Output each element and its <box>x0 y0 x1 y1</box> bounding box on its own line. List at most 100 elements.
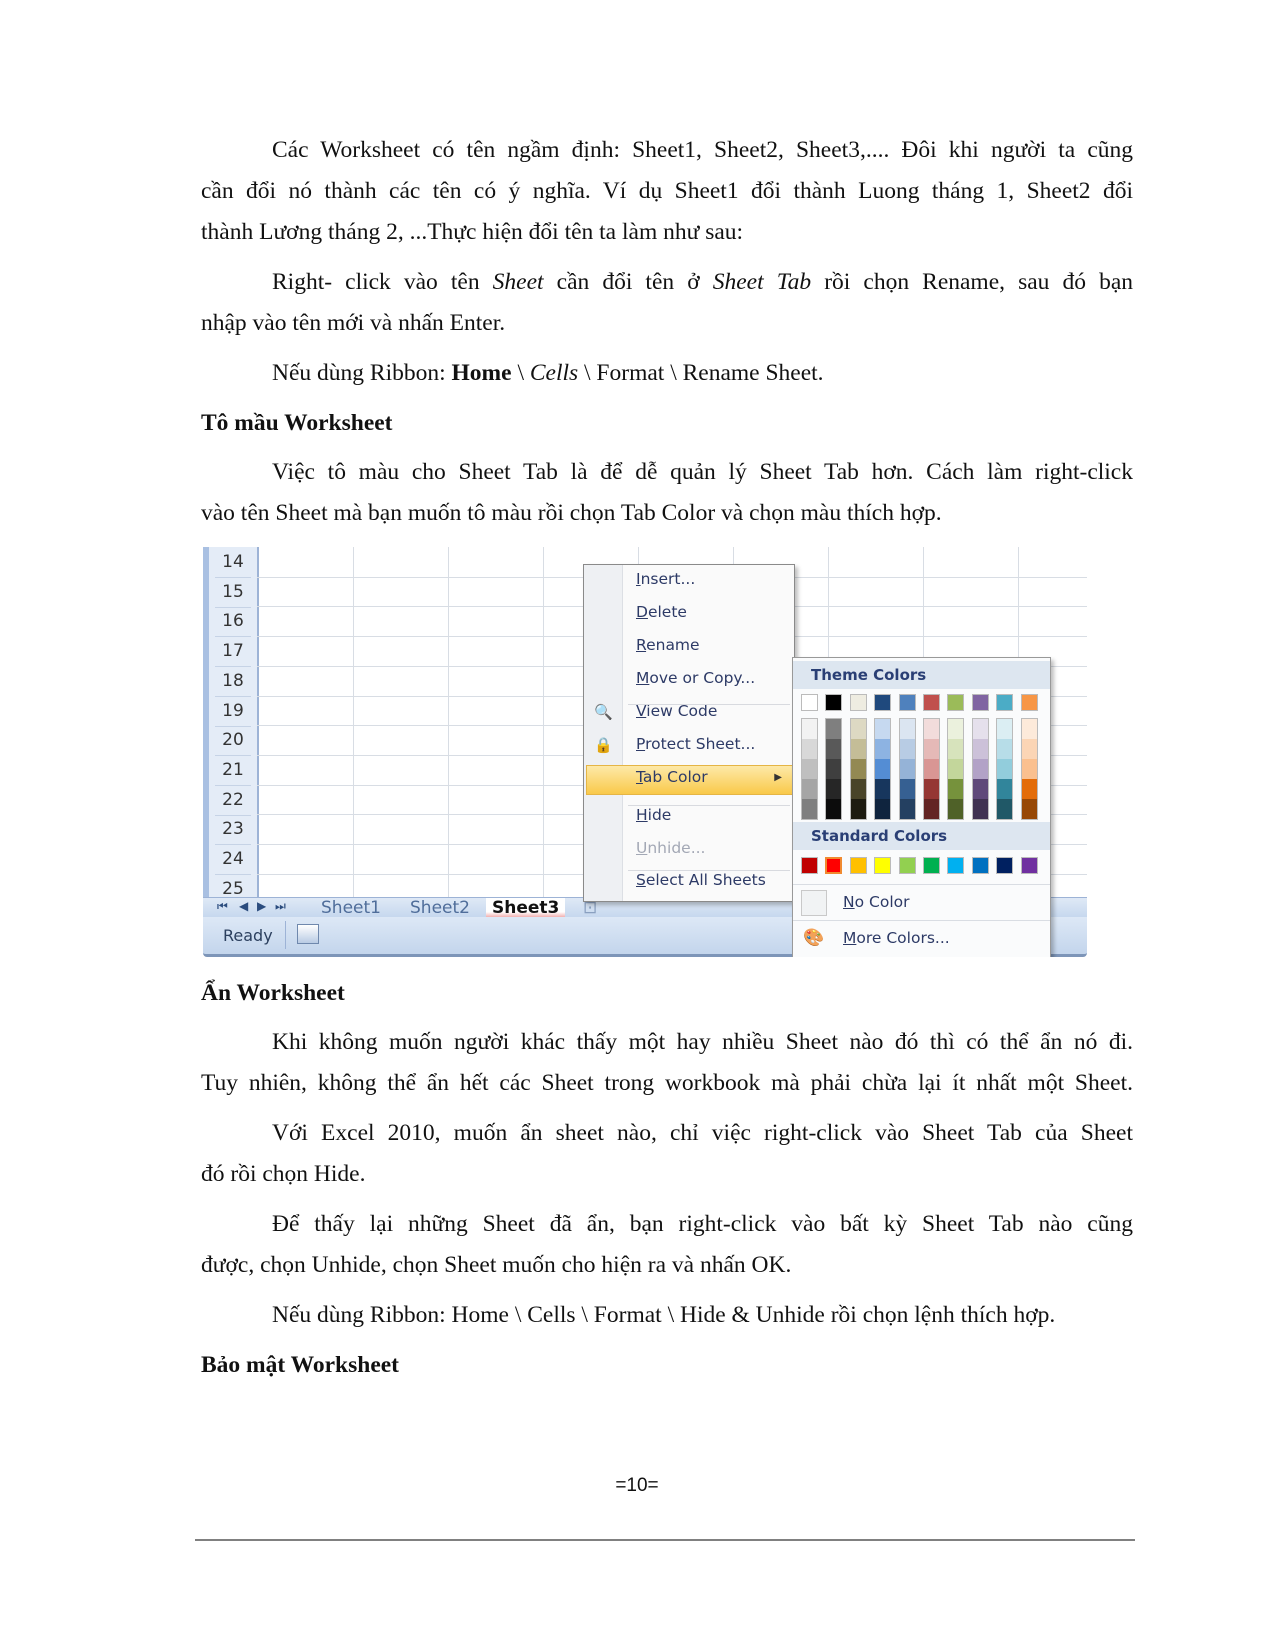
row-number[interactable]: 17 <box>215 636 251 668</box>
theme-shade-swatch[interactable] <box>802 739 817 759</box>
theme-shade-swatch[interactable] <box>972 719 988 739</box>
theme-shade-swatch[interactable] <box>948 719 964 739</box>
theme-color-swatch[interactable] <box>874 694 892 711</box>
theme-color-swatch[interactable] <box>971 694 989 711</box>
more-colors-option[interactable]: 🎨 More Colors... <box>793 920 1050 957</box>
theme-shade-swatch[interactable] <box>924 759 939 779</box>
theme-shade-swatch[interactable] <box>972 759 988 779</box>
theme-color-swatch[interactable] <box>996 694 1014 711</box>
sheet-tab-sheet1[interactable]: Sheet1 <box>321 898 381 918</box>
menu-item-protect-sheet[interactable]: Protect Sheet... <box>636 735 755 753</box>
theme-shade-swatch[interactable] <box>1021 799 1037 819</box>
theme-color-swatch[interactable] <box>947 694 965 711</box>
row-number[interactable]: 19 <box>215 696 251 727</box>
menu-item-hide[interactable]: Hide <box>636 806 671 824</box>
theme-shade-swatch[interactable] <box>826 799 842 819</box>
standard-color-swatch[interactable] <box>898 857 916 874</box>
last-sheet-icon[interactable]: ⏭ <box>275 899 286 914</box>
theme-color-swatch[interactable] <box>1020 694 1038 711</box>
theme-shade-swatch[interactable] <box>972 799 988 819</box>
theme-shade-swatch[interactable] <box>972 739 988 759</box>
theme-shade-swatch[interactable] <box>1021 739 1037 759</box>
theme-shade-swatch[interactable] <box>924 799 939 819</box>
row-number[interactable]: 14 <box>215 547 251 578</box>
theme-shade-swatch[interactable] <box>802 759 817 779</box>
theme-shade-swatch[interactable] <box>948 739 964 759</box>
standard-color-swatch[interactable] <box>801 857 818 874</box>
theme-shade-swatch[interactable] <box>997 799 1013 819</box>
row-number[interactable]: 15 <box>215 577 251 608</box>
theme-shade-swatch[interactable] <box>1021 719 1037 739</box>
menu-item-delete[interactable]: Delete <box>636 603 687 621</box>
standard-color-swatch[interactable] <box>874 857 892 874</box>
grid-line <box>353 547 354 897</box>
theme-shade-swatch[interactable] <box>826 779 842 799</box>
theme-shade-swatch[interactable] <box>924 739 939 759</box>
standard-color-swatch[interactable] <box>923 857 940 874</box>
theme-color-swatch[interactable] <box>898 694 916 711</box>
theme-shade-swatch[interactable] <box>997 759 1013 779</box>
theme-color-swatch[interactable] <box>801 694 818 711</box>
theme-shade-swatch[interactable] <box>875 759 891 779</box>
theme-shade-swatch[interactable] <box>997 739 1013 759</box>
theme-shade-swatch[interactable] <box>850 779 866 799</box>
menu-item-rename[interactable]: Rename <box>636 636 700 654</box>
row-number[interactable]: 20 <box>215 725 251 757</box>
theme-shade-swatch[interactable] <box>875 719 891 739</box>
theme-shade-swatch[interactable] <box>826 739 842 759</box>
theme-shade-swatch[interactable] <box>850 799 866 819</box>
theme-shade-swatch[interactable] <box>948 779 964 799</box>
sheet-tab-sheet2[interactable]: Sheet2 <box>410 898 470 918</box>
theme-shade-swatch[interactable] <box>924 779 939 799</box>
standard-color-swatch[interactable] <box>947 857 965 874</box>
menu-item-insert[interactable]: Insert... <box>636 570 695 588</box>
theme-shade-swatch[interactable] <box>850 759 866 779</box>
theme-color-swatch[interactable] <box>825 694 843 711</box>
row-number[interactable]: 22 <box>215 785 251 816</box>
next-sheet-icon[interactable]: ▶ <box>257 899 266 913</box>
theme-shade-swatch[interactable] <box>924 719 939 739</box>
macro-record-icon[interactable] <box>297 924 319 944</box>
standard-color-swatch[interactable] <box>996 857 1014 874</box>
theme-color-swatch[interactable] <box>849 694 867 711</box>
prev-sheet-icon[interactable]: ◀ <box>239 899 248 913</box>
row-number[interactable]: 16 <box>215 606 251 638</box>
standard-color-swatch[interactable] <box>849 857 867 874</box>
first-sheet-icon[interactable]: ⏮ <box>217 899 228 914</box>
theme-shade-swatch[interactable] <box>972 779 988 799</box>
theme-shade-swatch[interactable] <box>802 779 817 799</box>
menu-item-unhide[interactable]: Unhide... <box>636 839 705 857</box>
row-number[interactable]: 23 <box>215 814 251 846</box>
theme-shade-swatch[interactable] <box>875 739 891 759</box>
menu-item-tab-color[interactable]: Tab Color <box>636 768 708 786</box>
theme-shade-swatch[interactable] <box>899 779 915 799</box>
theme-shade-swatch[interactable] <box>899 739 915 759</box>
theme-shade-swatch[interactable] <box>997 779 1013 799</box>
theme-color-swatch[interactable] <box>923 694 940 711</box>
menu-item-select-all-sheets[interactable]: Select All Sheets <box>636 871 766 889</box>
theme-shade-swatch[interactable] <box>850 719 866 739</box>
theme-shade-swatch[interactable] <box>1021 759 1037 779</box>
theme-shade-swatch[interactable] <box>802 719 817 739</box>
row-number[interactable]: 24 <box>215 844 251 875</box>
theme-shade-swatch[interactable] <box>899 799 915 819</box>
theme-shade-swatch[interactable] <box>875 779 891 799</box>
theme-shade-swatch[interactable] <box>826 759 842 779</box>
standard-color-swatch[interactable] <box>825 857 843 874</box>
row-number[interactable]: 18 <box>215 666 251 697</box>
no-color-option[interactable]: No Color <box>793 884 1050 921</box>
theme-shade-swatch[interactable] <box>948 799 964 819</box>
theme-shade-swatch[interactable] <box>875 799 891 819</box>
theme-shade-swatch[interactable] <box>850 739 866 759</box>
theme-shade-swatch[interactable] <box>997 719 1013 739</box>
theme-shade-swatch[interactable] <box>1021 779 1037 799</box>
menu-item-move-or-copy[interactable]: Move or Copy... <box>636 669 755 687</box>
standard-color-swatch[interactable] <box>1020 857 1038 874</box>
theme-shade-swatch[interactable] <box>826 719 842 739</box>
row-number[interactable]: 21 <box>215 755 251 786</box>
theme-shade-swatch[interactable] <box>948 759 964 779</box>
theme-shade-swatch[interactable] <box>899 759 915 779</box>
theme-shade-swatch[interactable] <box>899 719 915 739</box>
standard-color-swatch[interactable] <box>971 857 989 874</box>
theme-shade-swatch[interactable] <box>802 799 817 819</box>
